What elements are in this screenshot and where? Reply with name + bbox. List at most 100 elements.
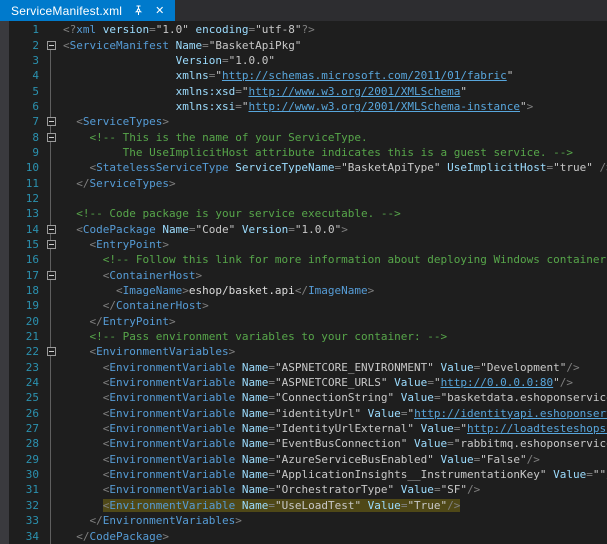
code-token: = (268, 468, 275, 481)
code-token: = (434, 391, 441, 404)
code-token: < (63, 39, 70, 52)
code-text: <!-- Pass environment variables to your … (58, 330, 447, 343)
code-token: Value (434, 361, 474, 374)
code-token: Name (235, 391, 268, 404)
line-number: 26 (9, 407, 44, 420)
fold-collapse-icon[interactable] (47, 271, 56, 280)
code-token: "identityUrl" (275, 407, 361, 420)
fold-column (44, 271, 58, 280)
code-line[interactable]: 25 <EnvironmentVariable Name="Connection… (0, 390, 607, 405)
tab-servicemanifest-xml[interactable]: ServiceManifest.xml ✕ (0, 0, 175, 21)
line-number: 2 (9, 39, 44, 52)
code-token: < (76, 223, 83, 236)
code-line[interactable]: 30 <EnvironmentVariable Name="Applicatio… (0, 467, 607, 482)
code-line[interactable]: 14 <CodePackage Name="Code" Version="1.0… (0, 221, 607, 236)
code-line[interactable]: 19 </ContainerHost> (0, 298, 607, 313)
code-text: </EntryPoint> (58, 315, 176, 328)
fold-collapse-icon[interactable] (47, 240, 56, 249)
code-token: UseImplicitHost (441, 161, 547, 174)
code-line[interactable]: 6 xmlns:xsi="http://www.w3.org/2001/XMLS… (0, 99, 607, 114)
code-token: > (182, 284, 189, 297)
code-token: Value (434, 453, 474, 466)
code-line[interactable]: 24 <EnvironmentVariable Name="ASPNETCORE… (0, 375, 607, 390)
code-line[interactable]: 2<ServiceManifest Name="BasketApiPkg" (0, 37, 607, 52)
code-line[interactable]: 3 Version="1.0.0" (0, 53, 607, 68)
code-text: <!-- Code package is your service execut… (58, 207, 401, 220)
code-line[interactable]: 28 <EnvironmentVariable Name="EventBusCo… (0, 436, 607, 451)
code-text: </EnvironmentVariables> (58, 514, 242, 527)
code-line[interactable]: 16 <!-- Follow this link for more inform… (0, 252, 607, 267)
code-token: = (149, 23, 156, 36)
code-line[interactable]: 12 (0, 191, 607, 206)
fold-collapse-icon[interactable] (47, 225, 56, 234)
code-token: "rabbitmq.eshoponservicefabric" (454, 437, 607, 450)
code-line[interactable]: 22 <EnvironmentVariables> (0, 344, 607, 359)
code-line[interactable]: 17 <ContainerHost> (0, 268, 607, 283)
code-editor[interactable]: 1<?xml version="1.0" encoding="utf-8"?>2… (0, 21, 607, 544)
code-text: <ServiceTypes> (58, 115, 169, 128)
code-line[interactable]: 27 <EnvironmentVariable Name="IdentityUr… (0, 421, 607, 436)
code-token: "OrchestratorType" (275, 483, 394, 496)
code-token: eshop/basket.api (189, 284, 295, 297)
code-token: "IdentityUrlExternal" (275, 422, 414, 435)
code-line[interactable]: 32 <EnvironmentVariable Name="UseLoadTes… (0, 498, 607, 513)
code-line[interactable]: 4 xmlns="http://schemas.microsoft.com/20… (0, 68, 607, 83)
code-line[interactable]: 33 </EnvironmentVariables> (0, 513, 607, 528)
code-line[interactable]: 20 </EntryPoint> (0, 314, 607, 329)
code-line[interactable]: 29 <EnvironmentVariable Name="AzureServi… (0, 452, 607, 467)
fold-column (44, 240, 58, 249)
code-token: http://www.w3.org/2001/XMLSchema (248, 85, 460, 98)
code-line[interactable]: 26 <EnvironmentVariable Name="identityUr… (0, 406, 607, 421)
code-text: <EnvironmentVariable Name="identityUrl" … (58, 407, 607, 420)
code-token: "1.0.0" (229, 54, 275, 67)
code-token: " (434, 376, 441, 389)
vs-editor-window: ServiceManifest.xml ✕ 1<?xml version="1.… (0, 0, 607, 544)
fold-collapse-icon[interactable] (47, 347, 56, 356)
fold-collapse-icon[interactable] (47, 133, 56, 142)
code-line[interactable]: 11 </ServiceTypes> (0, 175, 607, 190)
line-number: 17 (9, 269, 44, 282)
fold-collapse-icon[interactable] (47, 117, 56, 126)
code-line[interactable]: 8 <!-- This is the name of your ServiceT… (0, 129, 607, 144)
fold-column (44, 133, 58, 142)
code-line[interactable]: 10 <StatelessServiceType ServiceTypeName… (0, 160, 607, 175)
line-number: 33 (9, 514, 44, 527)
code-line[interactable]: 7 <ServiceTypes> (0, 114, 607, 129)
code-line[interactable]: 21 <!-- Pass environment variables to yo… (0, 329, 607, 344)
code-token: > (368, 284, 375, 297)
code-token: EnvironmentVariable (109, 453, 235, 466)
code-token: Value (361, 499, 401, 512)
code-text: <!-- This is the name of your ServiceTyp… (58, 131, 368, 144)
code-line[interactable]: 13 <!-- Code package is your service exe… (0, 206, 607, 221)
code-token: " (507, 69, 514, 82)
code-token: Name (235, 483, 268, 496)
line-number: 27 (9, 422, 44, 435)
fold-column (44, 41, 58, 50)
code-token: " (553, 376, 560, 389)
code-text: <EntryPoint> (58, 238, 169, 251)
code-line[interactable]: 18 <ImageName>eshop/basket.api</ImageNam… (0, 283, 607, 298)
fold-column (44, 117, 58, 126)
code-token: EnvironmentVariable (109, 483, 235, 496)
code-token: "utf-8" (255, 23, 301, 36)
code-line[interactable]: 34 </CodePackage> (0, 528, 607, 543)
code-token: = (447, 437, 454, 450)
code-token: "1.0" (156, 23, 189, 36)
code-token: EnvironmentVariable (109, 468, 235, 481)
code-token: Value (414, 422, 454, 435)
line-number: 18 (9, 284, 44, 297)
code-token: "AzureServiceBusEnabled" (275, 453, 434, 466)
code-line[interactable]: 15 <EntryPoint> (0, 237, 607, 252)
fold-collapse-icon[interactable] (47, 41, 56, 50)
line-number: 20 (9, 315, 44, 328)
code-line[interactable]: 31 <EnvironmentVariable Name="Orchestrat… (0, 482, 607, 497)
code-line[interactable]: 23 <EnvironmentVariable Name="ASPNETCORE… (0, 360, 607, 375)
code-line[interactable]: 9 The UseImplicitHost attribute indicate… (0, 145, 607, 160)
code-line[interactable]: 1<?xml version="1.0" encoding="utf-8"?> (0, 22, 607, 37)
code-token: > (527, 100, 534, 113)
close-icon[interactable]: ✕ (155, 5, 164, 16)
code-line[interactable]: 5 xmlns:xsd="http://www.w3.org/2001/XMLS… (0, 83, 607, 98)
push-pin-icon[interactable] (133, 5, 144, 16)
line-number: 15 (9, 238, 44, 251)
code-text: <ContainerHost> (58, 269, 202, 282)
